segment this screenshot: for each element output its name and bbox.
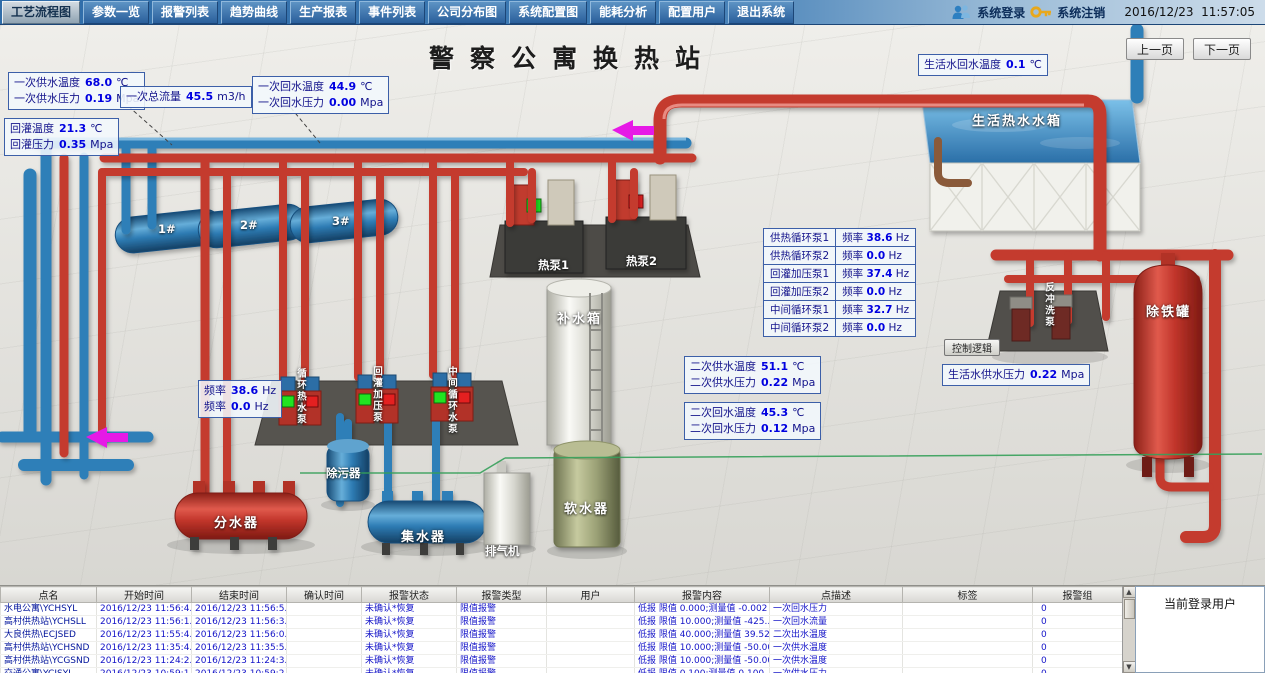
alarm-col-header[interactable]: 结束时间	[192, 587, 287, 603]
alarm-col-header[interactable]: 报警内容	[635, 587, 770, 603]
pump-frequency-table: 供热循环泵1频率 38.6 Hz供热循环泵2频率 0.0 Hz回灌加压泵1频率 …	[763, 228, 916, 337]
exhaust-unit	[484, 461, 530, 545]
tab-2[interactable]: 参数一览	[83, 1, 149, 24]
exhaust-fan-label: 排气机	[485, 543, 520, 559]
nav-tabs: 工艺流程图参数一览报警列表趋势曲线生产报表事件列表公司分布图系统配置图能耗分析配…	[0, 0, 795, 24]
alarm-row[interactable]: 交通公寓\YCJSYL2016/12/23 10:59:1...2016/12/…	[1, 668, 1123, 673]
exchanger3-label: 3#	[332, 214, 350, 228]
alarm-row[interactable]: 高村供热站\YCHSLL2016/12/23 11:56:1...2016/12…	[1, 616, 1123, 629]
prev-page-button[interactable]: 上一页	[1126, 38, 1184, 60]
scroll-up-button[interactable]: ▲	[1123, 586, 1136, 598]
iron-removal-tank-label: 除铁罐	[1146, 301, 1191, 320]
water-collector-label: 集水器	[401, 526, 446, 545]
process-flow-diagram: 警察公寓换热站 上一页 下一页 供热循环泵1频率 38.6 Hz供热循环泵2频率…	[0, 25, 1265, 585]
primary-flow-gauge: 一次总流量45.5m3/h	[120, 86, 252, 108]
pump-freq-row: 中间循环泵2频率 0.0 Hz	[764, 319, 916, 337]
secondary-supply-gauge: 二次供水温度51.1℃二次供水压力0.22Mpa	[684, 356, 821, 394]
exchanger1-label: 1#	[158, 222, 176, 236]
alarm-col-header[interactable]: 标签	[903, 587, 1033, 603]
current-user-title: 当前登录用户	[1136, 587, 1264, 612]
top-navigation-bar: 工艺流程图参数一览报警列表趋势曲线生产报表事件列表公司分布图系统配置图能耗分析配…	[0, 0, 1265, 25]
alarm-row[interactable]: 高村供热站\YCGSND2016/12/23 11:24:2...2016/12…	[1, 655, 1123, 668]
dirt-remover-label: 除污器	[326, 465, 361, 481]
alarm-col-header[interactable]: 报警类型	[457, 587, 547, 603]
alarm-table: 点名开始时间结束时间确认时间报警状态报警类型用户报警内容点描述标签报警组水电公寓…	[0, 586, 1122, 673]
pump-status-light	[306, 396, 318, 407]
topbar-right: 系统登录 系统注销 2016/12/23 11:57:05	[950, 4, 1265, 21]
tab-9[interactable]: 能耗分析	[590, 1, 656, 24]
control-logic-button[interactable]: 控制逻辑	[944, 339, 1000, 356]
next-page-button[interactable]: 下一页	[1193, 38, 1251, 60]
domestic-return-gauge: 生活水回水温度0.1℃	[918, 54, 1048, 76]
pump-status-light	[383, 394, 395, 405]
iron-removal-tank	[1134, 253, 1202, 477]
pump-freq-row: 回灌加压泵1频率 37.4 Hz	[764, 265, 916, 283]
makeup-tank-label: 补水箱	[557, 308, 602, 327]
pump-freq-row: 供热循环泵2频率 0.0 Hz	[764, 247, 916, 265]
system-login-button[interactable]: 系统登录	[977, 4, 1025, 21]
alarm-col-header[interactable]: 报警状态	[362, 587, 457, 603]
primary-return-gauge: 一次回水温度44.9℃一次回水压力0.00Mpa	[252, 76, 389, 114]
circulating-pump-label: 循环热水泵	[293, 368, 307, 426]
system-logout-button[interactable]: 系统注销	[1057, 4, 1105, 21]
alarm-list-panel: 点名开始时间结束时间确认时间报警状态报警类型用户报警内容点描述标签报警组水电公寓…	[0, 585, 1265, 673]
tab-7[interactable]: 公司分布图	[428, 1, 506, 24]
pump-freq-row: 供热循环泵1频率 38.6 Hz	[764, 229, 916, 247]
tab-5[interactable]: 生产报表	[290, 1, 356, 24]
scada-app: 工艺流程图参数一览报警列表趋势曲线生产报表事件列表公司分布图系统配置图能耗分析配…	[0, 0, 1265, 673]
page-buttons: 上一页 下一页	[1126, 38, 1251, 60]
heat-pump1-label: 热泵1	[538, 257, 569, 273]
secondary-return-gauge: 二次回水温度45.3℃二次回水压力0.12Mpa	[684, 402, 821, 440]
datetime-display: 2016/12/23 11:57:05	[1124, 5, 1255, 19]
recharge-gauge: 回灌温度21.3℃回灌压力0.35Mpa	[4, 118, 119, 156]
alarm-row[interactable]: 水电公寓\YCHSYL2016/12/23 11:56:4...2016/12/…	[1, 603, 1123, 616]
scroll-thumb[interactable]	[1124, 599, 1135, 619]
tab-8[interactable]: 系统配置图	[509, 1, 587, 24]
exchanger2-label: 2#	[240, 218, 258, 232]
tab-6[interactable]: 事件列表	[359, 1, 425, 24]
tab-10[interactable]: 配置用户	[659, 1, 725, 24]
freq-left-gauge: 频率38.6Hz频率0.0Hz	[198, 380, 282, 418]
alarm-row[interactable]: 大良供热\ECJSED2016/12/23 11:55:4...2016/12/…	[1, 629, 1123, 642]
flow-arrow	[86, 427, 128, 448]
water-divider-label: 分水器	[214, 512, 259, 531]
pump-freq-row: 中间循环泵1频率 32.7 Hz	[764, 301, 916, 319]
current-user-panel: 当前登录用户	[1135, 586, 1265, 673]
water-softener-label: 软水器	[564, 498, 609, 517]
pump-status-light	[458, 392, 470, 403]
alarm-table-wrap: 点名开始时间结束时间确认时间报警状态报警类型用户报警内容点描述标签报警组水电公寓…	[0, 586, 1122, 673]
alarm-col-header[interactable]: 点名	[1, 587, 97, 603]
scroll-down-button[interactable]: ▼	[1123, 661, 1136, 673]
makeup-tank	[547, 279, 611, 445]
recharge-pump-label: 回灌加压泵	[369, 366, 383, 424]
tab-4[interactable]: 趋势曲线	[221, 1, 287, 24]
alarm-col-header[interactable]: 确认时间	[287, 587, 362, 603]
pump-freq-row: 回灌加压泵2频率 0.0 Hz	[764, 283, 916, 301]
alarm-col-header[interactable]: 报警组	[1033, 587, 1123, 603]
heat-pump2-label: 热泵2	[626, 253, 657, 269]
backwash-pump-label: 反冲洗泵	[1041, 282, 1055, 328]
tab-11[interactable]: 退出系统	[728, 1, 794, 24]
users-icon	[950, 4, 972, 20]
alarm-col-header[interactable]: 用户	[547, 587, 635, 603]
alarm-scrollbar[interactable]: ▲ ▼	[1122, 586, 1135, 673]
alarm-col-header[interactable]: 开始时间	[97, 587, 192, 603]
tab-3[interactable]: 报警列表	[152, 1, 218, 24]
domestic-hot-water-tank-label: 生活热水水箱	[972, 110, 1062, 129]
domestic-supply-pressure-gauge: 生活水供水压力0.22Mpa	[942, 364, 1090, 386]
plant-3d-view	[0, 25, 1265, 585]
key-icon	[1030, 5, 1052, 19]
alarm-col-header[interactable]: 点描述	[770, 587, 903, 603]
middle-circulating-pump-label: 中间循环水泵	[444, 366, 458, 435]
alarm-row[interactable]: 高村供热站\YCHSND2016/12/23 11:35:4...2016/12…	[1, 642, 1123, 655]
tab-1[interactable]: 工艺流程图	[2, 1, 80, 24]
signal-line	[300, 454, 1262, 473]
